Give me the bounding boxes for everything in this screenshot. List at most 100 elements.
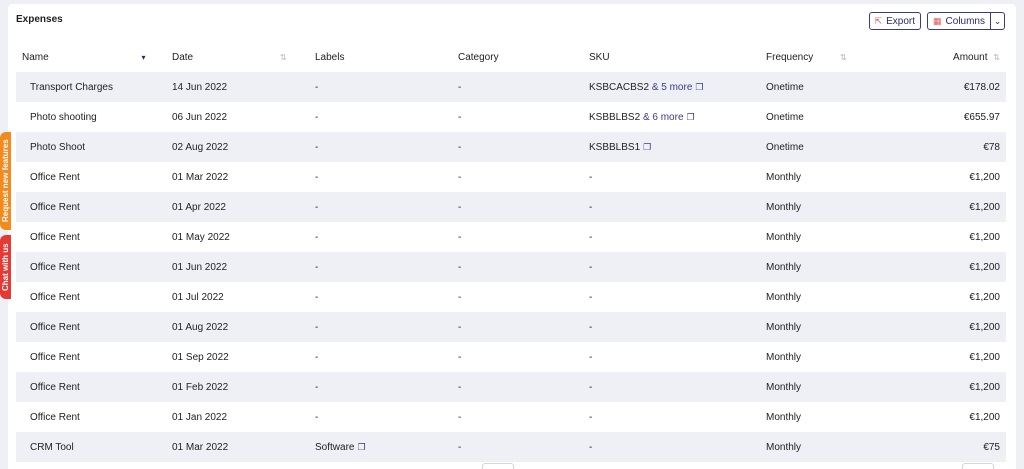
table-row[interactable]: Photo shooting 06 Jun 2022 - - KSBBLBS2 … (16, 102, 1006, 132)
sku-code: KSBBLBS2 (589, 111, 641, 123)
cell-sku: - (583, 372, 760, 402)
cell-labels: - (309, 252, 452, 282)
table-row[interactable]: CRM Tool 01 Mar 2022 Software ❐ - - Month… (16, 432, 1006, 462)
copy-icon[interactable]: ❐ (695, 82, 703, 92)
column-header-name[interactable]: Name ▾ (16, 43, 166, 72)
cell-date: 01 Aug 2022 (166, 312, 309, 342)
cell-name: Office Rent (16, 252, 166, 282)
cell-sku: - (583, 252, 760, 282)
sort-icon[interactable]: ⇅ (840, 53, 847, 62)
cell-category: - (452, 372, 583, 402)
copy-icon[interactable]: ❐ (687, 112, 695, 122)
column-header-date[interactable]: Date ⇅ (166, 43, 309, 72)
cell-frequency: Monthly (760, 312, 890, 342)
column-header-label: Amount (953, 52, 988, 63)
cell-category: - (458, 411, 462, 423)
cell-name: Photo Shoot (16, 132, 166, 162)
cell-date: 01 Mar 2022 (172, 171, 229, 183)
cell-name: Photo shooting (30, 111, 97, 123)
copy-icon[interactable]: ❐ (357, 442, 365, 452)
page-size-select[interactable] (962, 463, 994, 469)
sku-more-link[interactable]: & 6 more (643, 112, 684, 123)
request-features-label: Request new features (1, 139, 10, 223)
column-header-amount[interactable]: Amount ⇅ (890, 43, 1006, 72)
table-row[interactable]: Office Rent 01 Jan 2022 - - - Monthly €1… (16, 402, 1006, 432)
cell-name: Office Rent (30, 231, 80, 243)
cell-amount: €1,200 (969, 411, 1000, 423)
cell-date: 01 Mar 2022 (166, 432, 309, 462)
cell-category: - (458, 171, 462, 183)
cell-date: 02 Aug 2022 (166, 132, 309, 162)
table-row[interactable]: Office Rent 01 Feb 2022 - - - Monthly €1… (16, 372, 1006, 402)
cell-frequency: Onetime (766, 111, 804, 123)
chevron-down-icon[interactable]: ⌄ (990, 13, 1004, 29)
cell-amount: €78 (890, 132, 1006, 162)
table-row[interactable]: Office Rent 01 Jun 2022 - - - Monthly €1… (16, 252, 1006, 282)
column-header-label: Date (172, 52, 194, 63)
column-header-label: SKU (589, 52, 610, 63)
cell-date: 01 Jun 2022 (166, 252, 309, 282)
columns-button[interactable]: ▦ Columns ⌄ (927, 12, 1005, 30)
pagination-control[interactable] (482, 463, 514, 469)
table-row[interactable]: Office Rent 01 Aug 2022 - - - Monthly €1… (16, 312, 1006, 342)
cell-amount: €1,200 (890, 372, 1006, 402)
cell-labels: - (309, 192, 452, 222)
cell-name: Office Rent (30, 291, 80, 303)
table-row[interactable]: Office Rent 01 Jul 2022 - - - Monthly €1… (16, 282, 1006, 312)
card-title: Expenses (16, 14, 63, 25)
table-row[interactable]: Photo Shoot 02 Aug 2022 - - KSBBLBS1 ❐ On… (16, 132, 1006, 162)
cell-sku: KSBCACBS2 & 5 more ❐ (583, 72, 760, 102)
cell-amount: €1,200 (969, 231, 1000, 243)
table-row[interactable]: Office Rent 01 Mar 2022 - - - Monthly €1… (16, 162, 1006, 192)
table-row[interactable]: Transport Charges 14 Jun 2022 - - KSBCAC… (16, 72, 1006, 102)
cell-sku: - (583, 192, 760, 222)
sku-more-link[interactable]: & 5 more (652, 82, 693, 93)
cell-amount: €1,200 (969, 351, 1000, 363)
expenses-table: Name ▾ Date ⇅ Labels Category SKU Freque (16, 43, 1006, 462)
cell-name: Transport Charges (16, 72, 166, 102)
cell-labels: - (315, 351, 319, 363)
cell-frequency: Monthly (766, 291, 802, 303)
export-icon: ⇱ (874, 15, 883, 26)
export-label: Export (886, 15, 916, 27)
table-header-row: Name ▾ Date ⇅ Labels Category SKU Freque (16, 43, 1006, 72)
sort-desc-icon[interactable]: ▾ (141, 53, 145, 62)
cell-labels: - (309, 312, 452, 342)
column-header-sku: SKU (583, 43, 760, 72)
cell-labels: - (315, 291, 319, 303)
cell-frequency: Monthly (760, 372, 890, 402)
cell-amount: €178.02 (890, 72, 1006, 102)
cell-frequency: Monthly (766, 411, 802, 423)
cell-category: - (452, 252, 583, 282)
cell-sku: - (589, 411, 593, 423)
cell-name: Office Rent (16, 312, 166, 342)
sku-code: KSBBLBS1 (589, 141, 641, 153)
table-row[interactable]: Office Rent 01 May 2022 - - - Monthly €1… (16, 222, 1006, 252)
column-header-label: Frequency (766, 52, 814, 63)
cell-labels: - (315, 231, 319, 243)
cell-labels: - (309, 72, 452, 102)
sort-icon[interactable]: ⇅ (993, 53, 1000, 62)
cell-date: 14 Jun 2022 (166, 72, 309, 102)
column-header-label: Category (458, 52, 499, 63)
columns-main[interactable]: ▦ Columns (928, 13, 990, 29)
cell-frequency: Monthly (760, 192, 890, 222)
cell-frequency: Monthly (760, 252, 890, 282)
cell-amount: €1,200 (890, 312, 1006, 342)
cell-date: 01 Jan 2022 (172, 411, 228, 423)
cell-category: - (458, 111, 462, 123)
cell-amount: €1,200 (890, 192, 1006, 222)
column-header-frequency[interactable]: Frequency ⇅ (760, 43, 890, 72)
cell-name: Office Rent (16, 192, 166, 222)
cell-category: - (452, 72, 583, 102)
table-row[interactable]: Office Rent 01 Sep 2022 - - - Monthly €1… (16, 342, 1006, 372)
cell-sku: - (589, 291, 593, 303)
cell-labels: - (315, 111, 319, 123)
export-button[interactable]: ⇱ Export (868, 12, 922, 30)
table-row[interactable]: Office Rent 01 Apr 2022 - - - Monthly €1… (16, 192, 1006, 222)
chat-with-us-tab[interactable]: Chat with us (0, 235, 11, 299)
sort-icon[interactable]: ⇅ (280, 53, 287, 62)
columns-grid-icon: ▦ (933, 15, 942, 26)
request-features-tab[interactable]: Request new features (0, 132, 11, 230)
copy-icon[interactable]: ❐ (643, 142, 651, 152)
